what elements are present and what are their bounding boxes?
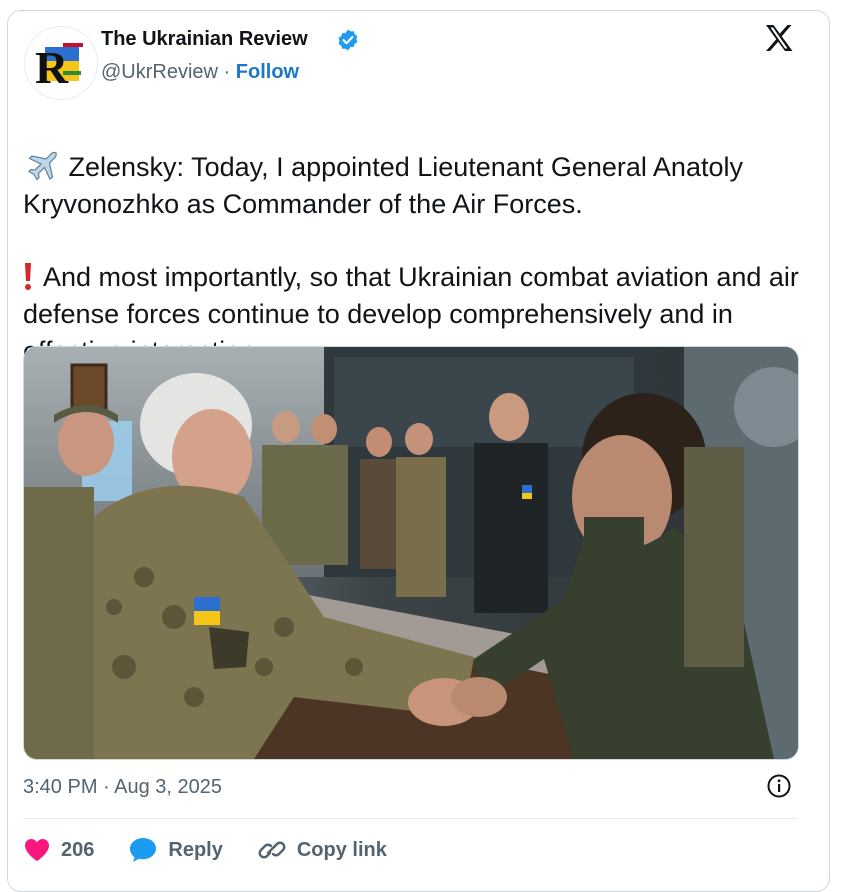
copy-link-button[interactable]: Copy link [257,836,387,864]
reply-label: Reply [168,838,223,861]
separator: · [217,61,236,83]
copy-link-label: Copy link [296,838,387,861]
heart-icon [25,839,49,861]
follow-button[interactable]: Follow [236,61,299,83]
x-logo-icon[interactable] [763,22,795,54]
photo-scene [24,347,798,759]
ukrainian-review-logo: R [35,42,83,93]
like-button[interactable]: 206 [23,837,94,863]
divider [23,818,797,819]
tweet-paragraph-1 [23,112,803,149]
reply-bubble-icon [130,838,157,862]
ukraine-flag-icon [23,119,57,141]
tweet-line-1: Zelensky: Today, I appointed Lieutenant … [23,152,743,219]
info-icon[interactable] [766,773,792,799]
reply-button[interactable]: Reply [128,836,223,864]
action-bar: 206 Reply Copy link [23,834,421,866]
svg-text:R: R [35,42,69,93]
verified-badge-icon [338,29,358,51]
link-icon [258,841,286,859]
exclamation-icon [25,263,31,290]
handle-row: @UkrReview · Follow [101,61,299,84]
tweet-photo[interactable] [23,346,799,760]
account-name[interactable]: The Ukrainian Review [101,28,308,51]
account-avatar[interactable]: R [24,26,98,100]
account-handle[interactable]: @UkrReview [101,61,218,83]
tweet-text: Zelensky: Today, I appointed Lieutenant … [23,112,803,370]
airplane-icon [28,151,57,181]
tweet-timestamp[interactable]: 3:40 PM · Aug 3, 2025 [23,776,222,799]
like-count: 206 [61,838,95,861]
